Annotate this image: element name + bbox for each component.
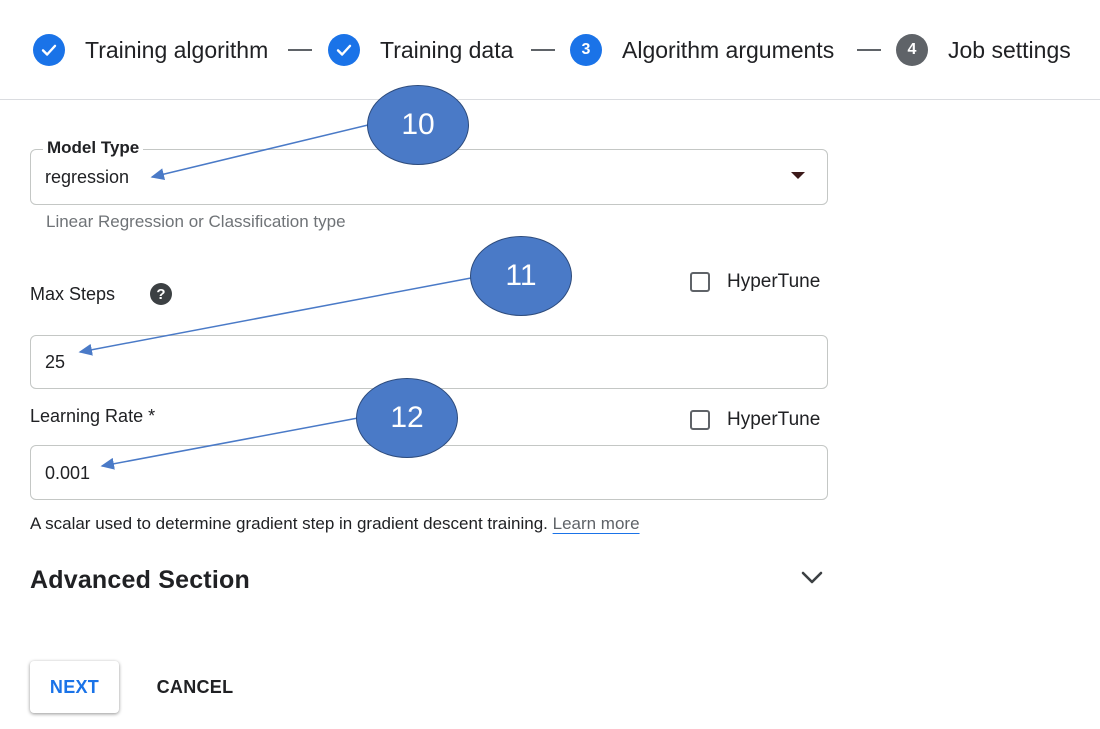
cancel-button[interactable]: CANCEL [140, 661, 250, 713]
dropdown-arrow-icon [791, 172, 805, 179]
learn-more-link[interactable]: Learn more [553, 514, 640, 533]
model-type-hint: Linear Regression or Classification type [46, 212, 346, 231]
step-number-badge: 4 [896, 34, 928, 66]
max-steps-value: 25 [45, 352, 66, 372]
next-button[interactable]: NEXT [30, 661, 119, 713]
step-divider [531, 49, 555, 51]
step-label: Training algorithm [85, 36, 269, 63]
step-training-algorithm[interactable]: Training algorithm [33, 32, 268, 68]
step-training-data[interactable]: Training data [328, 32, 513, 68]
learning-rate-hint: A scalar used to determine gradient step… [30, 514, 640, 534]
step-label: Algorithm arguments [622, 36, 835, 63]
max-steps-input[interactable]: 25 [30, 335, 828, 389]
step-divider [288, 49, 312, 51]
model-type-label: Model Type [43, 138, 144, 158]
chevron-down-icon[interactable] [798, 566, 826, 590]
step-algorithm-arguments[interactable]: 3 Algorithm arguments [570, 32, 834, 68]
step-label: Job settings [948, 36, 1071, 63]
step-label: Training data [380, 36, 514, 63]
learning-rate-label: Learning Rate * [30, 406, 156, 426]
check-icon [33, 34, 65, 66]
learning-rate-value: 0.001 [45, 463, 91, 483]
annotation-marker-10: 10 [367, 85, 469, 165]
max-steps-hypertune-checkbox[interactable] [690, 272, 710, 292]
annotation-marker-12: 12 [356, 378, 458, 458]
max-steps-label: Max Steps [30, 284, 116, 304]
advanced-section-title[interactable]: Advanced Section [30, 566, 250, 595]
model-type-value: regression [45, 167, 130, 187]
learning-rate-hint-text: A scalar used to determine gradient step… [30, 514, 548, 533]
step-divider [857, 49, 881, 51]
help-icon[interactable]: ? [150, 283, 172, 305]
learning-rate-hypertune-checkbox[interactable] [690, 410, 710, 430]
stepper: Training algorithm Training data 3 Algor… [0, 0, 1100, 100]
step-job-settings[interactable]: 4 Job settings [896, 32, 1071, 68]
hypertune-label: HyperTune [727, 409, 821, 430]
step-number-badge: 3 [570, 34, 602, 66]
annotation-marker-11: 11 [470, 236, 572, 316]
check-icon [328, 34, 360, 66]
hypertune-label: HyperTune [727, 271, 821, 292]
